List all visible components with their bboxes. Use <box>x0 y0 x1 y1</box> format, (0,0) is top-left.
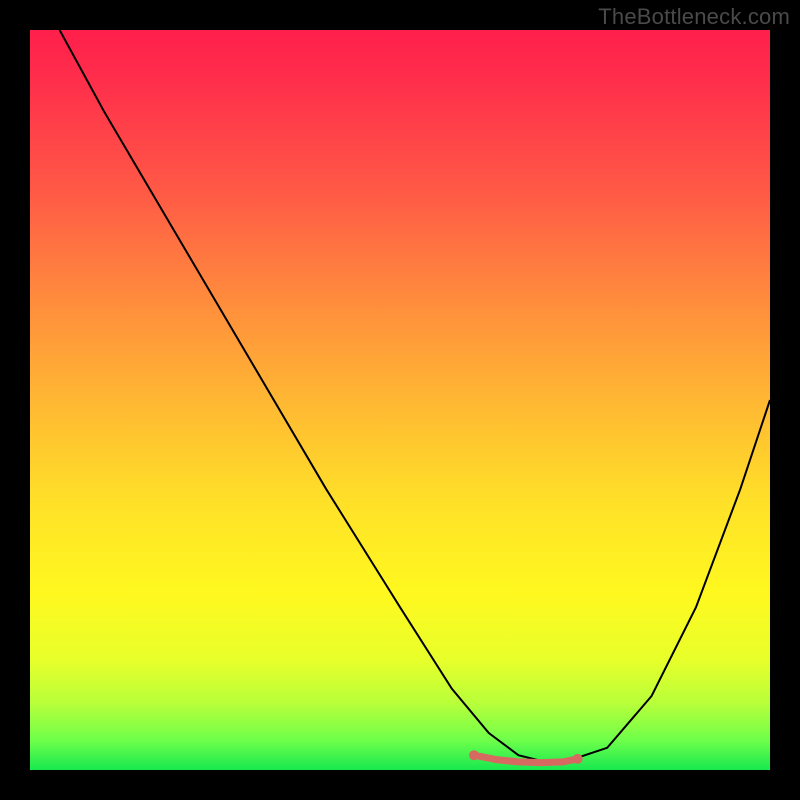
curve-layer <box>30 30 770 770</box>
plot-area <box>30 30 770 770</box>
trough-endpoint-left <box>469 750 479 760</box>
chart-frame: TheBottleneck.com <box>0 0 800 800</box>
watermark-text: TheBottleneck.com <box>598 4 790 30</box>
trough-endpoint-right <box>573 754 583 764</box>
black-curve <box>60 30 770 763</box>
